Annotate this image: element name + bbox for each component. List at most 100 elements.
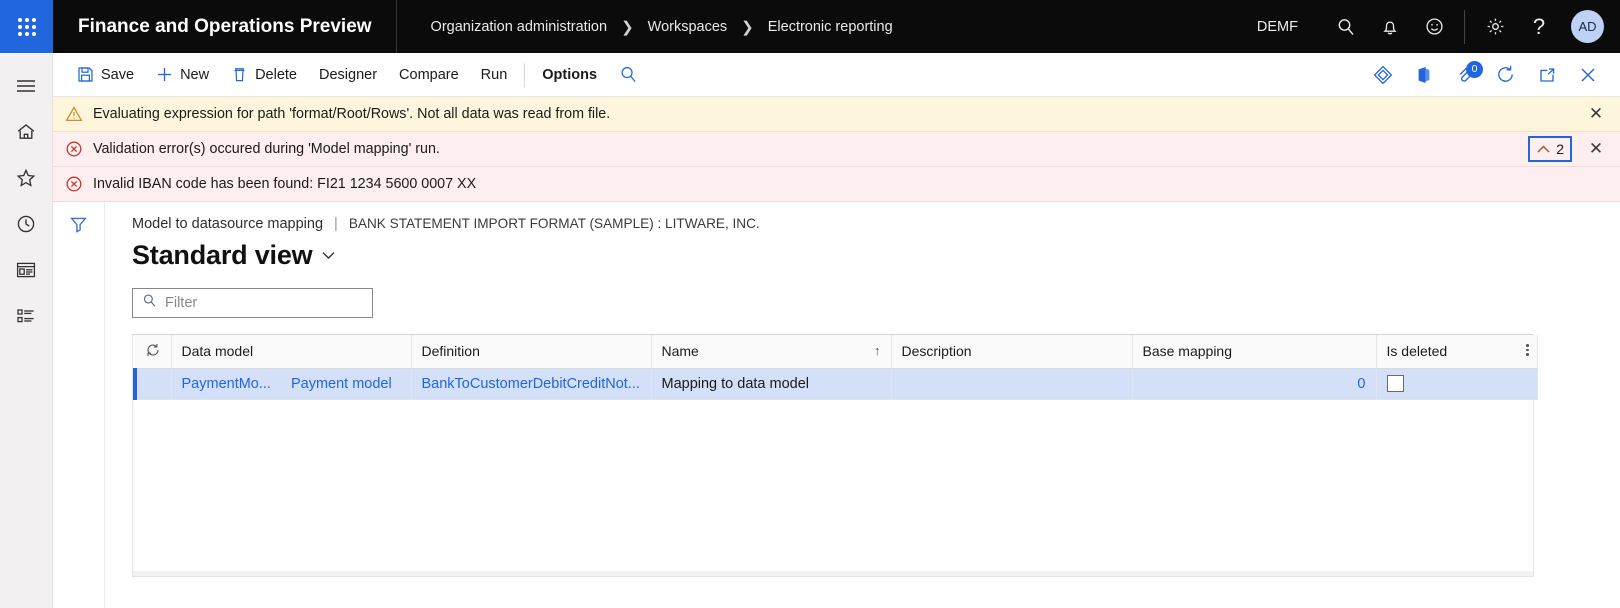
cell-data-model[interactable]: PaymentMo... Payment model [171, 368, 412, 400]
home-icon[interactable] [0, 109, 53, 155]
action-search-icon[interactable] [608, 53, 649, 97]
view-selector[interactable]: Standard view [132, 240, 1620, 271]
delete-label: Delete [255, 66, 297, 83]
page-caption: Model to datasource mapping | BANK STATE… [132, 216, 1620, 232]
filter-input[interactable] [165, 295, 355, 311]
warning-message-bar: Evaluating expression for path 'format/R… [53, 97, 1620, 132]
column-header-name-label: Name [661, 343, 699, 360]
help-question-icon[interactable]: ? [1517, 0, 1561, 53]
data-model-name[interactable]: Payment model [291, 376, 392, 392]
filter-funnel-icon[interactable] [69, 215, 88, 608]
breadcrumb-item-electronic-reporting[interactable]: Electronic reporting [768, 19, 893, 35]
is-deleted-checkbox[interactable] [1386, 375, 1404, 392]
cell-description[interactable] [891, 368, 1133, 400]
save-disk-icon [77, 66, 94, 83]
top-navigation-bar: Finance and Operations Preview Organizat… [0, 0, 1620, 53]
warning-bar-actions: ✕ [1582, 100, 1620, 128]
popout-icon[interactable] [1526, 53, 1567, 97]
favorites-star-icon[interactable] [0, 155, 53, 201]
plus-icon [156, 66, 173, 83]
attachments-icon[interactable]: 0 [1444, 53, 1485, 97]
run-button[interactable]: Run [470, 53, 519, 97]
column-header-name[interactable]: Name ↑ [651, 335, 892, 369]
chevron-down-icon [321, 247, 336, 265]
chevron-up-icon [1537, 145, 1550, 153]
refresh-circle-icon[interactable] [1485, 53, 1526, 97]
breadcrumb-separator-icon: ❯ [621, 18, 634, 36]
cell-base-mapping[interactable]: 0 [1132, 368, 1377, 400]
breadcrumb-item-workspaces[interactable]: Workspaces [648, 19, 728, 35]
table-header-row: Data model Definition Name ↑ Description… [135, 335, 1538, 369]
cell-definition[interactable]: BankToCustomerDebitCreditNot... [411, 368, 652, 400]
compare-button[interactable]: Compare [388, 53, 470, 97]
main-panel: Model to datasource mapping | BANK STATE… [105, 202, 1620, 608]
options-tab[interactable]: Options [531, 53, 608, 97]
data-model-code[interactable]: PaymentMo... [182, 376, 271, 392]
error-message-text: Validation error(s) occured during 'Mode… [93, 141, 440, 157]
error-bar-actions: 2 ✕ [1528, 135, 1620, 163]
attachment-count-badge: 0 [1466, 60, 1483, 78]
error-circle-icon [65, 140, 93, 158]
modules-list-icon[interactable] [0, 293, 53, 339]
error-count: 2 [1556, 141, 1564, 157]
column-header-base-mapping[interactable]: Base mapping [1132, 335, 1377, 369]
table-row[interactable]: PaymentMo... Payment model BankToCustome… [133, 368, 1538, 400]
warning-message-text: Evaluating expression for path 'format/R… [93, 106, 611, 122]
run-label: Run [480, 66, 508, 83]
column-header-description[interactable]: Description [891, 335, 1133, 369]
settings-gear-icon[interactable] [1473, 0, 1517, 53]
cell-is-deleted[interactable] [1376, 368, 1538, 400]
column-header-is-deleted[interactable]: Is deleted [1376, 335, 1538, 369]
caption-separator: | [334, 216, 338, 232]
new-label: New [180, 66, 210, 83]
breadcrumb-separator-icon: ❯ [741, 18, 754, 36]
sort-ascending-icon: ↑ [874, 343, 881, 358]
column-header-definition[interactable]: Definition [411, 335, 652, 369]
filter-input-wrapper[interactable] [132, 288, 373, 318]
app-title: Finance and Operations Preview [53, 0, 397, 53]
company-selector[interactable]: DEMF [1257, 19, 1298, 35]
error-message-bar-detail: Invalid IBAN code has been found: FI21 1… [53, 167, 1620, 202]
app-launcher-button[interactable] [0, 0, 53, 53]
office-app-icon[interactable] [1403, 53, 1444, 97]
action-bar-right-icons: 0 [1362, 53, 1620, 97]
error-detail-text: Invalid IBAN code has been found: FI21 1… [93, 176, 477, 192]
workspaces-icon[interactable] [0, 247, 53, 293]
row-selection-marker [133, 368, 172, 400]
share-diamond-icon[interactable] [1362, 53, 1403, 97]
save-label: Save [101, 66, 135, 83]
recent-clock-icon[interactable] [0, 201, 53, 247]
breadcrumb-item-organization-administration[interactable]: Organization administration [431, 19, 608, 35]
search-icon[interactable] [1324, 0, 1368, 53]
action-bar: Save New Delete Designer Compare Run Opt… [53, 53, 1620, 97]
notifications-bell-icon[interactable] [1368, 0, 1412, 53]
designer-label: Designer [319, 66, 378, 83]
avatar[interactable]: AD [1571, 10, 1604, 43]
action-bar-divider [524, 62, 526, 87]
compare-label: Compare [399, 66, 459, 83]
page-content: Model to datasource mapping | BANK STATE… [53, 202, 1620, 608]
cell-name[interactable]: Mapping to data model [651, 368, 892, 400]
refresh-grid-button[interactable] [135, 335, 172, 369]
breadcrumb: Organization administration ❯ Workspaces… [397, 18, 893, 36]
close-icon[interactable] [1567, 53, 1608, 97]
close-icon[interactable]: ✕ [1582, 135, 1610, 163]
save-button[interactable]: Save [66, 53, 145, 97]
mapping-table: Data model Definition Name ↑ Description… [133, 335, 1538, 400]
column-options-icon[interactable] [1526, 344, 1529, 356]
collapse-errors-button[interactable]: 2 [1528, 136, 1572, 162]
caption-secondary: BANK STATEMENT IMPORT FORMAT (SAMPLE) : … [348, 216, 760, 231]
close-icon[interactable]: ✕ [1582, 100, 1610, 128]
error-circle-icon [65, 175, 93, 193]
filter-pane-rail [53, 202, 105, 608]
new-button[interactable]: New [145, 53, 220, 97]
feedback-smiley-icon[interactable] [1412, 0, 1456, 53]
hamburger-menu-icon[interactable] [0, 63, 53, 109]
grid-horizontal-scrollbar[interactable] [133, 571, 1533, 576]
caption-primary: Model to datasource mapping [132, 216, 324, 232]
column-header-is-deleted-label: Is deleted [1386, 343, 1448, 360]
column-header-data-model[interactable]: Data model [171, 335, 412, 369]
delete-button[interactable]: Delete [220, 53, 308, 97]
designer-button[interactable]: Designer [308, 53, 388, 97]
top-bar-actions: DEMF ? AD [1257, 0, 1620, 53]
